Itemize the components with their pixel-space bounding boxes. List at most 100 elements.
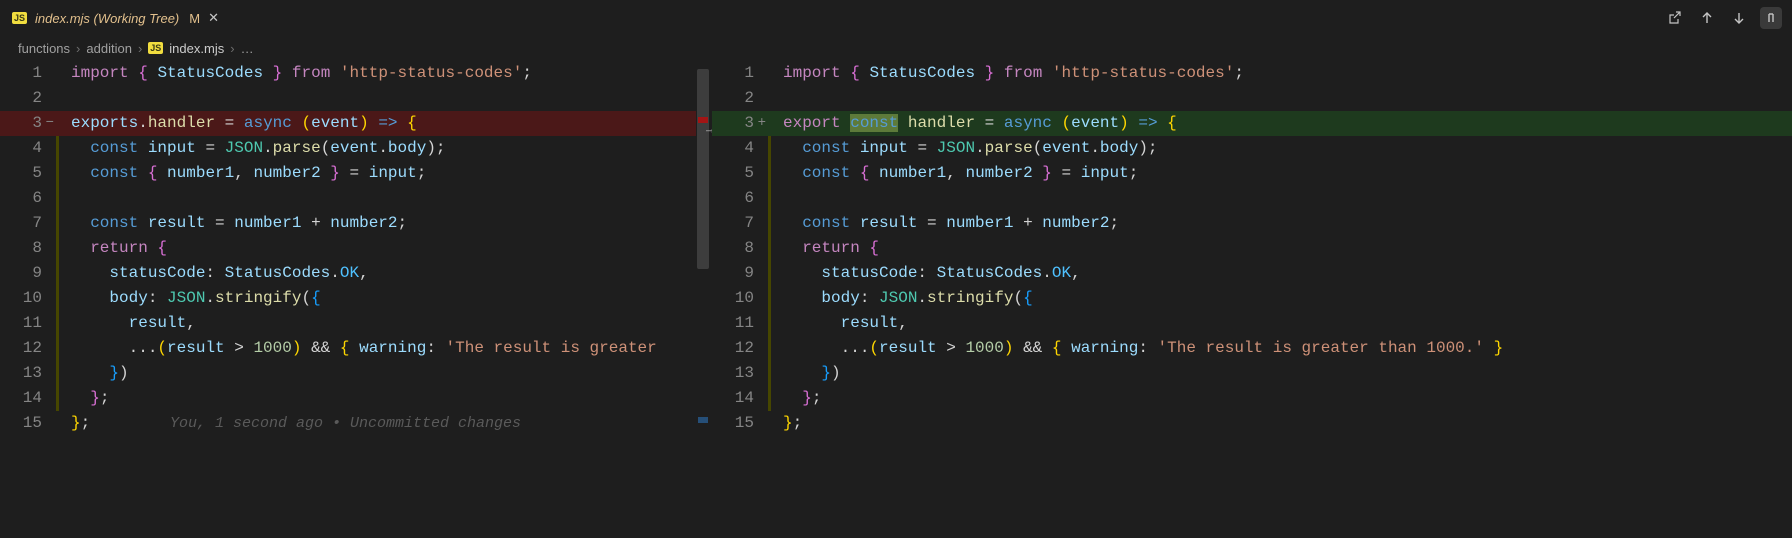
js-icon: JS bbox=[12, 12, 27, 24]
code-text: ...(result > 1000) && { warning: 'The re… bbox=[783, 336, 1503, 361]
whitespace-icon[interactable] bbox=[1760, 7, 1782, 29]
diff-pane-left[interactable]: 1import { StatusCodes } from 'http-statu… bbox=[0, 61, 710, 538]
next-change-icon[interactable] bbox=[1728, 7, 1750, 29]
gutter-stripe bbox=[768, 411, 771, 436]
gutter-stripe bbox=[768, 136, 771, 161]
code-line[interactable]: 7 const result = number1 + number2; bbox=[0, 211, 710, 236]
gutter-stripe bbox=[768, 336, 771, 361]
code-line[interactable]: 15}; You, 1 second ago • Uncommitted chan… bbox=[0, 411, 710, 436]
line-number: 12 bbox=[0, 336, 56, 361]
removed-icon: − bbox=[46, 111, 54, 136]
diff-pane-right[interactable]: 1 import { StatusCodes } from 'http-statu… bbox=[712, 61, 1792, 538]
close-tab-icon[interactable]: ✕ bbox=[208, 10, 219, 26]
code-text: const input = JSON.parse(event.body); bbox=[783, 136, 1158, 161]
prev-change-icon[interactable] bbox=[1696, 7, 1718, 29]
code-text: }; bbox=[783, 411, 802, 436]
code-line[interactable]: 11 result, bbox=[0, 311, 710, 336]
code-line[interactable]: 15}; bbox=[712, 411, 1792, 436]
code-line[interactable]: 12 ...(result > 1000) && { warning: 'The… bbox=[0, 336, 710, 361]
breadcrumb[interactable]: functions › addition › JS index.mjs › … bbox=[0, 35, 1792, 61]
gutter-stripe bbox=[56, 211, 59, 236]
scroll-thumb[interactable] bbox=[697, 69, 709, 269]
code-line[interactable]: 6 bbox=[0, 186, 710, 211]
tab-bar: JS index.mjs (Working Tree) M ✕ bbox=[0, 0, 1792, 35]
code-line[interactable]: 3−exports.handler = async (event) => { bbox=[0, 111, 710, 136]
code-line[interactable]: 13 }) bbox=[712, 361, 1792, 386]
code-text: body: JSON.stringify({ bbox=[783, 286, 1033, 311]
code-line[interactable]: 5 const { number1, number2 } = input; bbox=[712, 161, 1792, 186]
code-line[interactable]: 1import { StatusCodes } from 'http-statu… bbox=[0, 61, 710, 86]
gutter-stripe bbox=[768, 211, 771, 236]
gutter-stripe bbox=[56, 111, 59, 136]
line-number: 15 bbox=[0, 411, 56, 436]
gutter-stripe bbox=[768, 386, 771, 411]
line-number: 6 bbox=[0, 186, 56, 211]
breadcrumb-sep: › bbox=[76, 41, 80, 56]
code-text: statusCode: StatusCodes.OK, bbox=[71, 261, 369, 286]
crumb-file[interactable]: index.mjs bbox=[169, 41, 224, 56]
line-number: 1 bbox=[712, 61, 768, 86]
editor-tab[interactable]: JS index.mjs (Working Tree) M ✕ bbox=[0, 0, 231, 35]
code-line[interactable]: 4 const input = JSON.parse(event.body); bbox=[0, 136, 710, 161]
crumb-tail[interactable]: … bbox=[241, 41, 254, 56]
open-file-icon[interactable] bbox=[1664, 7, 1686, 29]
code-left[interactable]: 1import { StatusCodes } from 'http-statu… bbox=[0, 61, 710, 436]
line-number: 2 bbox=[712, 86, 768, 111]
git-blame-annotation: You, 1 second ago • Uncommitted changes bbox=[170, 411, 521, 436]
code-line[interactable]: 9 statusCode: StatusCodes.OK, bbox=[0, 261, 710, 286]
code-line[interactable]: 8 return { bbox=[712, 236, 1792, 261]
gutter-stripe bbox=[56, 236, 59, 261]
editor-actions bbox=[1664, 7, 1792, 29]
gutter-stripe bbox=[56, 136, 59, 161]
code-line[interactable]: 1 import { StatusCodes } from 'http-statu… bbox=[712, 61, 1792, 86]
breadcrumb-sep: › bbox=[230, 41, 234, 56]
code-line[interactable]: 8 return { bbox=[0, 236, 710, 261]
code-text: }; bbox=[71, 411, 90, 436]
gutter-stripe bbox=[56, 311, 59, 336]
code-line[interactable]: 12 ...(result > 1000) && { warning: 'The… bbox=[712, 336, 1792, 361]
line-number: 13 bbox=[712, 361, 768, 386]
code-text: const result = number1 + number2; bbox=[71, 211, 407, 236]
code-text: export const handler = async (event) => … bbox=[783, 111, 1177, 136]
tab-title: index.mjs (Working Tree) bbox=[35, 11, 179, 26]
modified-badge: M bbox=[189, 11, 200, 26]
breadcrumb-sep: › bbox=[138, 41, 142, 56]
line-number: 2 bbox=[0, 86, 56, 111]
code-text: import { StatusCodes } from 'http-status… bbox=[783, 61, 1244, 86]
code-line[interactable]: 13 }) bbox=[0, 361, 710, 386]
line-number: 13 bbox=[0, 361, 56, 386]
code-line[interactable]: 5 const { number1, number2 } = input; bbox=[0, 161, 710, 186]
line-number: 4 bbox=[0, 136, 56, 161]
code-line[interactable]: 10 body: JSON.stringify({ bbox=[712, 286, 1792, 311]
code-right[interactable]: 1 import { StatusCodes } from 'http-statu… bbox=[712, 61, 1792, 436]
code-line[interactable]: 9 statusCode: StatusCodes.OK, bbox=[712, 261, 1792, 286]
gutter-stripe bbox=[768, 286, 771, 311]
gutter-stripe bbox=[56, 161, 59, 186]
gutter-stripe bbox=[768, 311, 771, 336]
code-text: return { bbox=[71, 236, 167, 261]
code-text: result, bbox=[71, 311, 196, 336]
code-line[interactable]: 14 }; bbox=[712, 386, 1792, 411]
line-number: 4 bbox=[712, 136, 768, 161]
line-number: 5 bbox=[0, 161, 56, 186]
code-text: }) bbox=[783, 361, 841, 386]
crumb-functions[interactable]: functions bbox=[18, 41, 70, 56]
code-line[interactable]: 6 bbox=[712, 186, 1792, 211]
code-line[interactable]: 7 const result = number1 + number2; bbox=[712, 211, 1792, 236]
line-number: 3− bbox=[0, 111, 56, 136]
js-icon: JS bbox=[148, 42, 163, 54]
crumb-addition[interactable]: addition bbox=[86, 41, 132, 56]
code-line[interactable]: 2 bbox=[0, 86, 710, 111]
gutter-stripe bbox=[56, 336, 59, 361]
code-line[interactable]: 2 bbox=[712, 86, 1792, 111]
line-number: 8 bbox=[0, 236, 56, 261]
gutter-stripe bbox=[56, 286, 59, 311]
line-number: 11 bbox=[712, 311, 768, 336]
code-line[interactable]: 14 }; bbox=[0, 386, 710, 411]
code-line[interactable]: 10 body: JSON.stringify({ bbox=[0, 286, 710, 311]
line-number: 14 bbox=[0, 386, 56, 411]
code-text: body: JSON.stringify({ bbox=[71, 286, 321, 311]
code-line[interactable]: 4 const input = JSON.parse(event.body); bbox=[712, 136, 1792, 161]
code-line[interactable]: 11 result, bbox=[712, 311, 1792, 336]
code-line[interactable]: 3+export const handler = async (event) =… bbox=[712, 111, 1792, 136]
